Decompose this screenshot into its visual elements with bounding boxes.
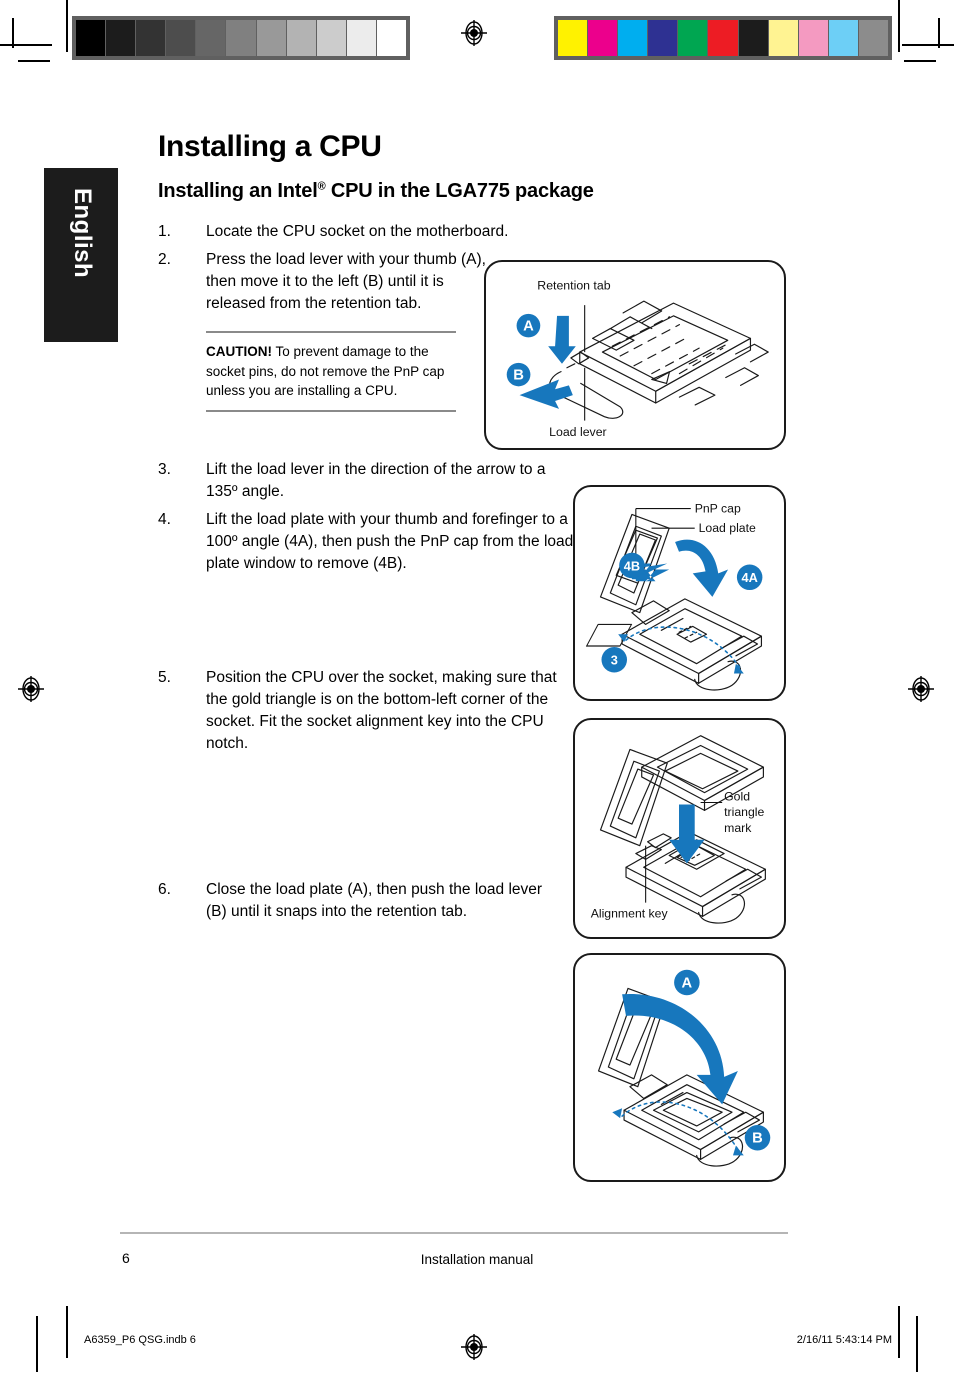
- color-swatch-9: [827, 20, 858, 56]
- caution-label: CAUTION!: [206, 344, 272, 359]
- step-item: 6. Close the load plate (A), then push t…: [158, 879, 558, 923]
- figure3-label-alignment-key: Alignment key: [591, 906, 669, 920]
- footer-title: Installation manual: [420, 1252, 534, 1267]
- registration-target-icon: [18, 676, 44, 702]
- registration-target-icon: [461, 1334, 487, 1360]
- figure1-label-load-lever: Load lever: [549, 425, 607, 439]
- crop-mark-top-left-v: [66, 0, 68, 52]
- figure1-badge-a: A: [523, 319, 534, 335]
- grayscale-swatch-8: [315, 20, 346, 56]
- figure4-badge-a: A: [682, 975, 693, 991]
- crop-mark-inner-top-right-h: [904, 60, 936, 62]
- figure2-badge-3: 3: [611, 653, 618, 668]
- step-number: 2.: [158, 251, 171, 268]
- step-item: 3. Lift the load lever in the direction …: [158, 459, 578, 503]
- crop-mark-inner-top-left-h: [18, 60, 50, 62]
- subtitle-text-after: CPU in the LGA775 package: [325, 180, 594, 202]
- step-text: Press the load lever with your thumb (A)…: [206, 251, 486, 312]
- step-number: 4.: [158, 510, 171, 528]
- figure3-label-gold-2: triangle: [724, 805, 764, 819]
- color-swatch-3: [647, 20, 678, 56]
- grayscale-calibration-ramp: [72, 16, 410, 60]
- color-swatch-5: [707, 20, 738, 56]
- page-title: Installing a CPU: [158, 130, 382, 163]
- step-item: 5. Position the CPU over the socket, mak…: [158, 667, 558, 755]
- figure2-label-pnp-cap: PnP cap: [695, 502, 741, 516]
- print-timestamp: 2/16/11 5:43:14 PM: [796, 1334, 892, 1346]
- language-tab-english: English: [44, 168, 118, 342]
- crop-mark-bottom-inner-right-v: [916, 1316, 918, 1372]
- color-swatch-4: [677, 20, 708, 56]
- crop-mark-top-right-v: [898, 0, 900, 52]
- step-text: Lift the load plate with your thumb and …: [206, 510, 574, 572]
- language-tab-label: English: [69, 188, 96, 279]
- step-number: 1.: [158, 223, 171, 240]
- page-canvas: English Installing a CPU Installing an I…: [0, 0, 954, 1376]
- color-swatch-1: [587, 20, 618, 56]
- grayscale-swatch-4: [195, 20, 226, 56]
- color-swatch-6: [737, 20, 768, 56]
- grayscale-swatch-10: [375, 20, 407, 56]
- figure3-label-gold-1: Gold: [724, 790, 750, 804]
- crop-mark-top-left-h: [0, 44, 52, 46]
- crop-mark-bottom-right-v: [898, 1306, 900, 1358]
- registration-target-icon: [908, 676, 934, 702]
- figure-load-plate-pnp-cap: PnP cap Load plate 4B 4A 3: [573, 485, 786, 701]
- grayscale-swatch-3: [165, 20, 196, 56]
- step-text: Position the CPU over the socket, making…: [206, 668, 557, 752]
- figure3-label-gold-3: mark: [724, 821, 752, 835]
- color-swatch-2: [617, 20, 648, 56]
- print-source-file: A6359_P6 QSG.indb 6: [84, 1334, 196, 1346]
- step-number: 5.: [158, 668, 171, 686]
- figure1-label-retention-tab: Retention tab: [537, 278, 610, 292]
- figure-cpu-positioning: Gold triangle mark Alignment key: [573, 718, 786, 939]
- section-subtitle: Installing an Intel® CPU in the LGA775 p…: [158, 180, 798, 203]
- grayscale-swatch-2: [135, 20, 166, 56]
- figure2-badge-4a: 4A: [742, 570, 758, 585]
- crop-mark-inner-top-left-v: [12, 18, 14, 48]
- step-item: 1. Locate the CPU socket on the motherbo…: [158, 221, 798, 243]
- color-swatch-0: [558, 20, 588, 56]
- color-swatch-8: [797, 20, 828, 56]
- crop-mark-inner-top-right-v: [938, 18, 940, 48]
- figure1-badge-b: B: [513, 368, 524, 384]
- footer-divider: [120, 1232, 788, 1234]
- grayscale-swatch-6: [255, 20, 286, 56]
- step-text: Lift the load lever in the direction of …: [206, 460, 546, 500]
- grayscale-swatch-1: [105, 20, 136, 56]
- figure-load-lever-release: Retention tab Load lever A B: [484, 260, 786, 450]
- grayscale-swatch-7: [285, 20, 316, 56]
- grayscale-swatch-0: [76, 20, 106, 56]
- grayscale-swatch-5: [225, 20, 256, 56]
- color-swatch-10: [857, 20, 889, 56]
- subtitle-text-before: Installing an Intel: [158, 180, 318, 202]
- crop-mark-bottom-left-v: [66, 1306, 68, 1358]
- step-item: 4. Lift the load plate with your thumb a…: [158, 509, 578, 575]
- step-text: Locate the CPU socket on the motherboard…: [206, 223, 509, 240]
- step-text: Close the load plate (A), then push the …: [206, 880, 543, 920]
- color-calibration-bar: [554, 16, 892, 60]
- figure4-badge-b: B: [752, 1131, 763, 1147]
- step-number: 6.: [158, 880, 171, 898]
- step-number: 3.: [158, 460, 171, 478]
- grayscale-swatch-9: [345, 20, 376, 56]
- figure2-badge-4b: 4B: [624, 558, 640, 573]
- color-swatch-7: [767, 20, 798, 56]
- figure-close-load-plate: A B: [573, 953, 786, 1182]
- crop-mark-bottom-inner-left-v: [36, 1316, 38, 1372]
- figure2-label-load-plate: Load plate: [699, 521, 756, 535]
- caution-note: CAUTION! To prevent damage to the socket…: [206, 331, 456, 412]
- crop-mark-top-right-h: [902, 44, 954, 46]
- registration-target-icon: [461, 20, 487, 46]
